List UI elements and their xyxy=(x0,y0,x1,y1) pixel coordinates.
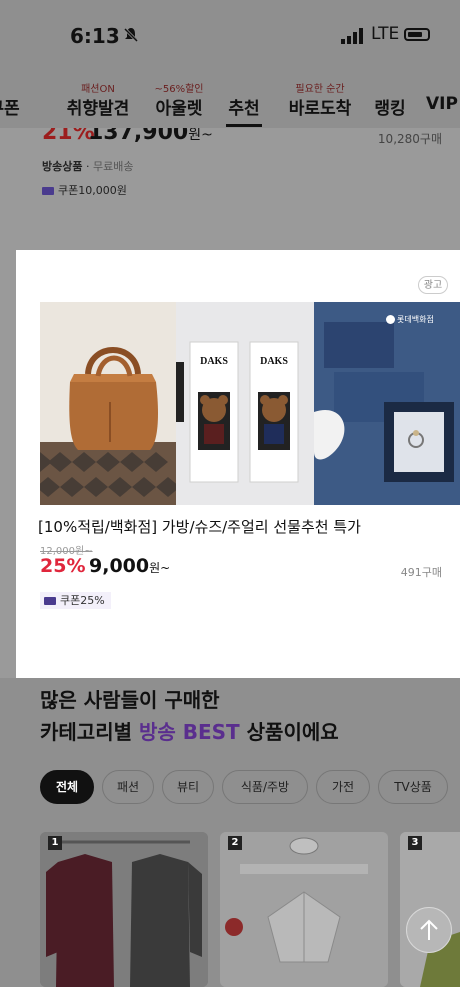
tab-discover[interactable]: 패션ON 취향발견 xyxy=(60,70,136,128)
price-value: 9,000 xyxy=(89,555,150,577)
tab-quick-delivery[interactable]: 필요한 순간 바로도착 xyxy=(280,70,360,128)
active-tab-indicator xyxy=(226,124,262,127)
section-title-line1: 많은 사람들이 구매한 xyxy=(40,688,220,712)
sweater-image xyxy=(40,832,208,987)
brand-label: DAKS xyxy=(260,356,288,367)
ad-buy-count: 491구매 xyxy=(400,566,442,579)
title-text: 상품이에요 xyxy=(239,720,339,744)
coupon-label: 쿠폰10,000원 xyxy=(58,184,127,197)
price-suffix: 원~ xyxy=(149,561,171,575)
rank-badge: 2 xyxy=(228,836,242,850)
section-title-line2: 카테고리별 방송 BEST 상품이에요 xyxy=(40,716,339,745)
coupon-icon xyxy=(42,187,54,195)
bell-slash-icon xyxy=(122,26,140,48)
top-product-coupon: 쿠폰10,000원 xyxy=(42,182,127,198)
rank-badge: 1 xyxy=(48,836,62,850)
title-highlight: 방송 BEST xyxy=(138,720,240,744)
tab-vip[interactable]: VIP xyxy=(422,70,460,128)
coupon-icon xyxy=(44,597,56,605)
cosmetic-chart-image xyxy=(220,832,388,987)
ad-coupon: 쿠폰25% xyxy=(40,592,111,609)
tab-recommend[interactable]: 추천 xyxy=(224,70,264,128)
tab-outlet[interactable]: ~56%할인 아울렛 xyxy=(148,70,210,128)
chip-appliance[interactable]: 가전 xyxy=(316,770,370,804)
tab-label: 취향발견 xyxy=(66,99,130,119)
jewelry-box-photo: 롯데백화점 xyxy=(314,302,460,505)
arrow-up-icon[interactable] xyxy=(406,907,452,953)
tab-label: 추천 xyxy=(228,99,260,119)
ad-price: 9,000원~ xyxy=(89,555,170,577)
tab-label: VIP xyxy=(426,94,458,114)
rank-badge: 3 xyxy=(408,836,422,850)
tab-badge: 패션ON xyxy=(81,84,115,95)
ad-badge: 광고 xyxy=(418,276,448,294)
top-product-shipping: 방송상품 · 무료배송 xyxy=(42,160,134,173)
tab-label: 랭킹 xyxy=(374,99,406,119)
chip-all[interactable]: 전체 xyxy=(40,770,94,804)
teddy-socks-photo: DAKS DAKS xyxy=(176,302,314,505)
chip-tv-product[interactable]: TV상품 xyxy=(378,770,448,804)
network-label: LTE xyxy=(371,24,400,44)
ad-product-title[interactable]: [10%적립/백화점] 가방/슈즈/주얼리 선물추천 특가 xyxy=(38,516,361,537)
left-edge-overlay xyxy=(0,250,16,678)
category-tab-bar: 쿠폰 패션ON 취향발견 ~56%할인 아울렛 추천 필요한 순간 바로도착 랭… xyxy=(0,70,460,128)
tab-coupon[interactable]: 쿠폰 xyxy=(0,70,28,128)
status-time: 6:13 xyxy=(70,24,120,48)
tab-badge: ~56%할인 xyxy=(154,84,204,95)
bag-photo xyxy=(40,302,176,505)
brand-mark-text: 롯데백화점 xyxy=(397,315,434,324)
battery-icon xyxy=(404,28,430,41)
coupon-label: 쿠폰25% xyxy=(60,594,105,607)
tab-label: 바로도착 xyxy=(288,99,352,119)
tab-badge: 필요한 순간 xyxy=(295,84,345,95)
chip-fashion[interactable]: 패션 xyxy=(102,770,154,804)
ad-banner-image[interactable]: DAKS DAKS 롯데백화점 xyxy=(40,302,460,505)
top-product-buy-count: 10,280구매 xyxy=(377,132,442,146)
title-text: 카테고리별 xyxy=(40,720,139,744)
tab-ranking[interactable]: 랭킹 xyxy=(370,70,410,128)
price-suffix: 원~ xyxy=(188,127,213,143)
ad-discount: 25% xyxy=(40,555,86,577)
chip-beauty[interactable]: 뷰티 xyxy=(162,770,214,804)
broadcast-label: 방송상품 xyxy=(42,160,83,173)
tab-label: 쿠폰 xyxy=(0,99,20,119)
tab-label: 아울렛 xyxy=(155,99,203,119)
chip-food-kitchen[interactable]: 식품/주방 xyxy=(222,770,308,804)
free-shipping-label: 무료배송 xyxy=(92,160,134,173)
brand-mark: 롯데백화점 xyxy=(386,314,456,325)
brand-label: DAKS xyxy=(200,356,228,367)
signal-icon xyxy=(341,28,365,44)
best-product-card[interactable]: 2 xyxy=(220,832,388,987)
best-product-card[interactable]: 1 xyxy=(40,832,208,987)
